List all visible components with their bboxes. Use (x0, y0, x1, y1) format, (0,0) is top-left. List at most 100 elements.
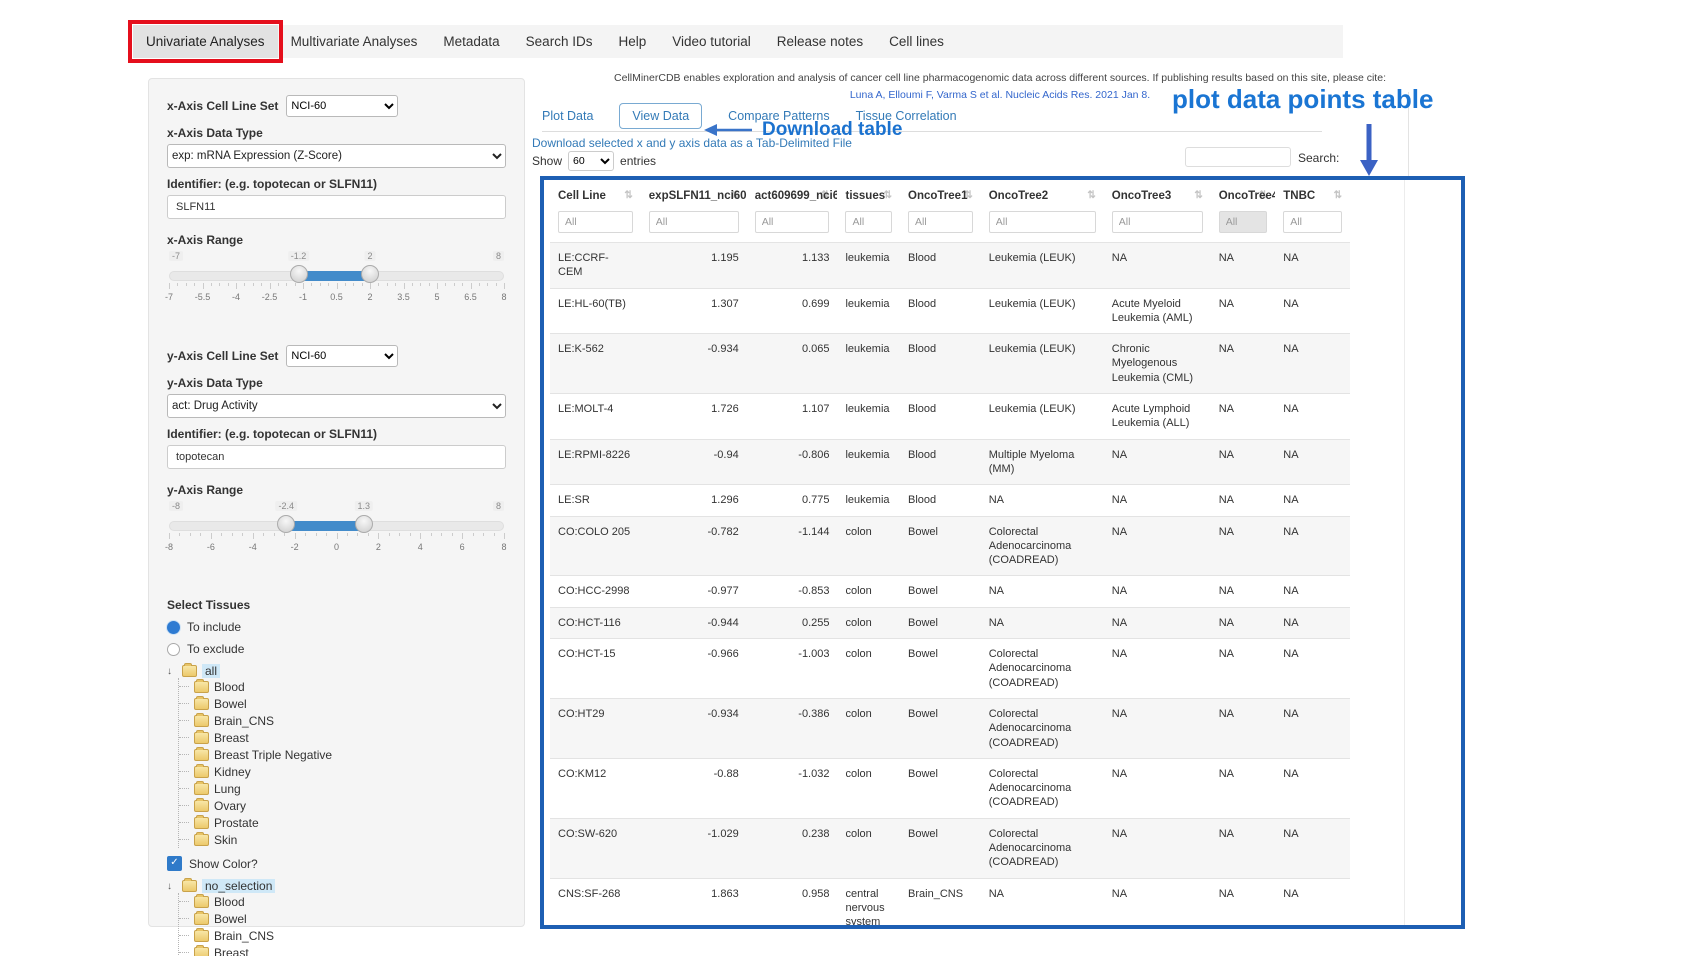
column-header-oncotree3[interactable]: ⇅ OncoTree3 (1104, 180, 1211, 209)
tree-node-no-selection[interactable]: no_selection (202, 879, 275, 893)
minor-tick (186, 283, 187, 286)
cell-act609699-nci60: 0.958 (747, 878, 838, 929)
tissues-exclude-radio[interactable]: To exclude (167, 642, 506, 656)
cell-oncotree2: Multiple Myeloma (MM) (981, 439, 1104, 485)
tree-node-blood[interactable]: Blood (214, 680, 245, 694)
slider-handle-from[interactable] (290, 265, 308, 283)
minor-tick (177, 283, 178, 286)
slider-to-label: 1.3 (354, 501, 373, 511)
nav-tab-univariate-analyses[interactable]: Univariate Analyses (133, 25, 278, 58)
tree-node-ovary[interactable]: Ovary (214, 799, 246, 813)
y-axis-cell-line-set-select[interactable]: NCI-60 (286, 345, 398, 367)
tree-node-brain-cns[interactable]: Brain_CNS (214, 929, 274, 943)
citation-text: CellMinerCDB enables exploration and ana… (560, 72, 1440, 84)
sort-icon[interactable]: ⇅ (1194, 190, 1202, 201)
column-header-tissues[interactable]: ⇅tissues (837, 180, 900, 209)
cell-oncotree1: Bowel (900, 576, 981, 607)
column-header-tnbc[interactable]: ⇅TNBC (1275, 180, 1350, 209)
column-filter-oncotree3[interactable] (1112, 211, 1203, 233)
column-filter-cell-line[interactable] (558, 211, 633, 233)
tissue-tree: ↓ all Blood Bowel Brain_CNS Breast Breast Trip… (167, 664, 506, 848)
column-header-oncotree1[interactable]: ⇅OncoTree1 (900, 180, 981, 209)
tab-view-data[interactable]: View Data (619, 103, 702, 129)
column-filter-act609699-nci60[interactable] (755, 211, 830, 233)
tree-node-breast-triple-negative[interactable]: Breast Triple Negative (214, 748, 332, 762)
search-input[interactable] (1185, 147, 1291, 167)
tree-node-prostate[interactable]: Prostate (214, 816, 259, 830)
y-axis-identifier-input[interactable] (167, 445, 506, 469)
tree-node-skin[interactable]: Skin (214, 833, 237, 847)
slider-handle-to[interactable] (355, 515, 373, 533)
nav-tab-help[interactable]: Help (605, 25, 659, 58)
tree-node-all[interactable]: all (202, 664, 220, 678)
nav-tab-release-notes[interactable]: Release notes (764, 25, 876, 58)
cell-oncotree3: Chronic Myelogenous Leukemia (CML) (1104, 334, 1211, 394)
tissues-include-radio[interactable]: To include (167, 620, 506, 634)
column-header-expslfn11-nci60[interactable]: ⇅expSLFN11_nci60 (641, 180, 747, 209)
entries-select[interactable]: 60 (568, 151, 614, 171)
minor-tick (316, 533, 317, 536)
tick-label: -6 (207, 542, 215, 552)
minor-tick (221, 533, 222, 536)
cell-oncotree1: Bowel (900, 639, 981, 699)
cell-cell-line: CO:SW-620 (550, 818, 641, 878)
tick-label: 2 (376, 542, 381, 552)
column-filter-tissues[interactable] (845, 211, 892, 233)
column-header-oncotree2[interactable]: ⇅OncoTree2 (981, 180, 1104, 209)
minor-tick (487, 283, 488, 286)
nav-tab-video-tutorial[interactable]: Video tutorial (659, 25, 764, 58)
tree-expand-icon[interactable]: ↓ (167, 666, 177, 677)
slider-min-label: -8 (169, 501, 183, 511)
slider-handle-to[interactable] (361, 265, 379, 283)
tick (337, 533, 338, 539)
x-axis-range-slider[interactable]: -78-1.22-7-5.5-4-2.5-10.523.556.58 (169, 251, 504, 307)
filter-cell (1104, 209, 1211, 243)
cell-act609699-nci60: -0.806 (747, 439, 838, 485)
tree-node-breast[interactable]: Breast (214, 731, 249, 745)
y-axis-data-type-select[interactable]: act: Drug Activity (167, 394, 506, 418)
sort-icon[interactable]: ⇅ (1087, 190, 1095, 201)
column-filter-oncotree1[interactable] (908, 211, 973, 233)
tree-item: Breast Triple Negative (179, 746, 506, 763)
tree-node-breast[interactable]: Breast (214, 946, 249, 956)
x-axis-identifier-input[interactable] (167, 195, 506, 219)
cell-oncotree2: Colorectal Adenocarcinoma (COADREAD) (981, 818, 1104, 878)
sort-icon[interactable]: ⇅ (624, 190, 632, 201)
column-header-oncotree4[interactable]: ⇅OncoTree4 (1211, 180, 1276, 209)
tree-node-bowel[interactable]: Bowel (214, 912, 247, 926)
cell-tnbc: NA (1275, 758, 1350, 818)
cell-oncotree1: Blood (900, 243, 981, 289)
show-color-checkbox[interactable]: ✓ Show Color? (167, 856, 506, 871)
x-axis-data-type-select[interactable]: exp: mRNA Expression (Z-Score) (167, 144, 506, 168)
download-table-annotation: Download table (704, 119, 902, 141)
nav-tab-metadata[interactable]: Metadata (430, 25, 512, 58)
column-filter-oncotree2[interactable] (989, 211, 1096, 233)
minor-tick (441, 533, 442, 536)
column-filter-oncotree4[interactable] (1219, 211, 1268, 233)
y-axis-range-slider[interactable]: -88-2.41.3-8-6-4-202468 (169, 501, 504, 557)
column-filter-tnbc[interactable] (1283, 211, 1342, 233)
sort-icon[interactable]: ⇅ (1334, 190, 1342, 201)
cell-oncotree3: Acute Myeloid Leukemia (AML) (1104, 288, 1211, 334)
tree-node-kidney[interactable]: Kidney (214, 765, 251, 779)
column-header-cell-line[interactable]: ⇅Cell Line (550, 180, 641, 209)
nav-tab-search-ids[interactable]: Search IDs (513, 25, 606, 58)
nav-tab-cell-lines[interactable]: Cell lines (876, 25, 957, 58)
slider-max-label: 8 (493, 501, 504, 511)
column-filter-expslfn11-nci60[interactable] (649, 211, 739, 233)
tab-plot-data[interactable]: Plot Data (542, 109, 593, 123)
cell-tnbc: NA (1275, 698, 1350, 758)
folder-icon (194, 947, 209, 956)
column-header-act609699-nci60[interactable]: ⇅act609699_nci60 (747, 180, 838, 209)
column-label: OncoTree3 (1112, 190, 1171, 202)
tree-expand-icon[interactable]: ↓ (167, 881, 177, 892)
tree-node-lung[interactable]: Lung (214, 782, 241, 796)
x-axis-cell-line-set-select[interactable]: NCI-60 (286, 95, 398, 117)
tree-node-bowel[interactable]: Bowel (214, 697, 247, 711)
minor-tick (179, 533, 180, 536)
nav-tab-multivariate-analyses[interactable]: Multivariate Analyses (278, 25, 431, 58)
tree-node-blood[interactable]: Blood (214, 895, 245, 909)
tree-node-brain-cns[interactable]: Brain_CNS (214, 714, 274, 728)
cell-cell-line: LE:HL-60(TB) (550, 288, 641, 334)
cell-oncotree4: NA (1211, 288, 1276, 334)
